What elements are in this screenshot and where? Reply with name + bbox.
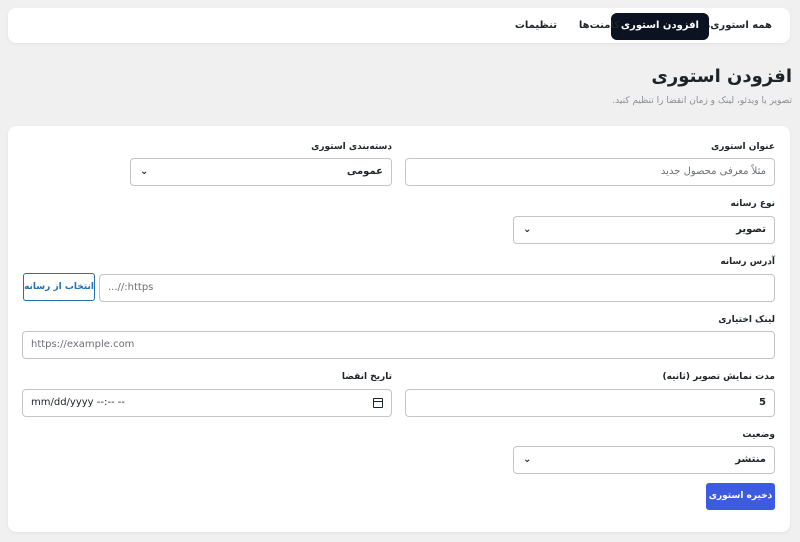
category-label: دسته‌بندی استوری — [311, 142, 392, 152]
expiry-label: تاریخ انقضا — [341, 372, 392, 382]
link-input[interactable]: https://example.com — [22, 331, 775, 359]
link-label: لینک اختیاری — [718, 315, 775, 325]
story-title-label: عنوان استوری — [710, 142, 775, 152]
story-form: عنوان استوری مثلاً معرفی محصول جدید دسته… — [8, 126, 790, 532]
story-title-input[interactable]: مثلاً معرفی محصول جدید — [405, 158, 775, 186]
media-url-input[interactable]: ...//:https — [99, 274, 775, 302]
duration-input[interactable]: 5 — [405, 389, 775, 417]
category-select[interactable]: عمومی ⌄ — [130, 158, 392, 186]
category-value: عمومی — [346, 166, 383, 177]
expiry-placeholder: mm/dd/yyyy --:-- -- — [31, 397, 125, 408]
tabs-bar: همه استوری‌ها افزودن استوری کامنت‌ها تنظ… — [8, 8, 790, 43]
media-url-label: آدرس رسانه — [720, 257, 775, 267]
media-type-label: نوع رسانه — [730, 199, 775, 209]
tab-comments[interactable]: کامنت‌ها — [569, 13, 630, 39]
calendar-icon[interactable] — [373, 398, 383, 408]
chevron-down-icon: ⌄ — [523, 454, 532, 465]
choose-media-button[interactable]: انتخاب از رسانه — [23, 273, 95, 301]
tab-settings[interactable]: تنظیمات — [505, 13, 567, 39]
duration-label: مدت نمایش تصویر (ثانیه) — [662, 372, 775, 382]
media-type-select[interactable]: تصویر ⌄ — [513, 216, 775, 244]
status-select[interactable]: منتشر ⌄ — [513, 446, 775, 474]
media-type-value: تصویر — [736, 224, 766, 235]
chevron-down-icon: ⌄ — [523, 224, 532, 235]
page-subtitle: تصویر یا ویدئو، لینک و زمان انقضا را تنظ… — [612, 96, 792, 106]
status-label: وضعیت — [742, 430, 775, 440]
chevron-down-icon: ⌄ — [140, 166, 149, 177]
save-story-button[interactable]: ذخیره استوری — [706, 483, 775, 510]
expiry-input[interactable]: mm/dd/yyyy --:-- -- — [22, 389, 392, 417]
page-title: افزودن استوری — [651, 66, 792, 87]
status-value: منتشر — [735, 454, 766, 465]
